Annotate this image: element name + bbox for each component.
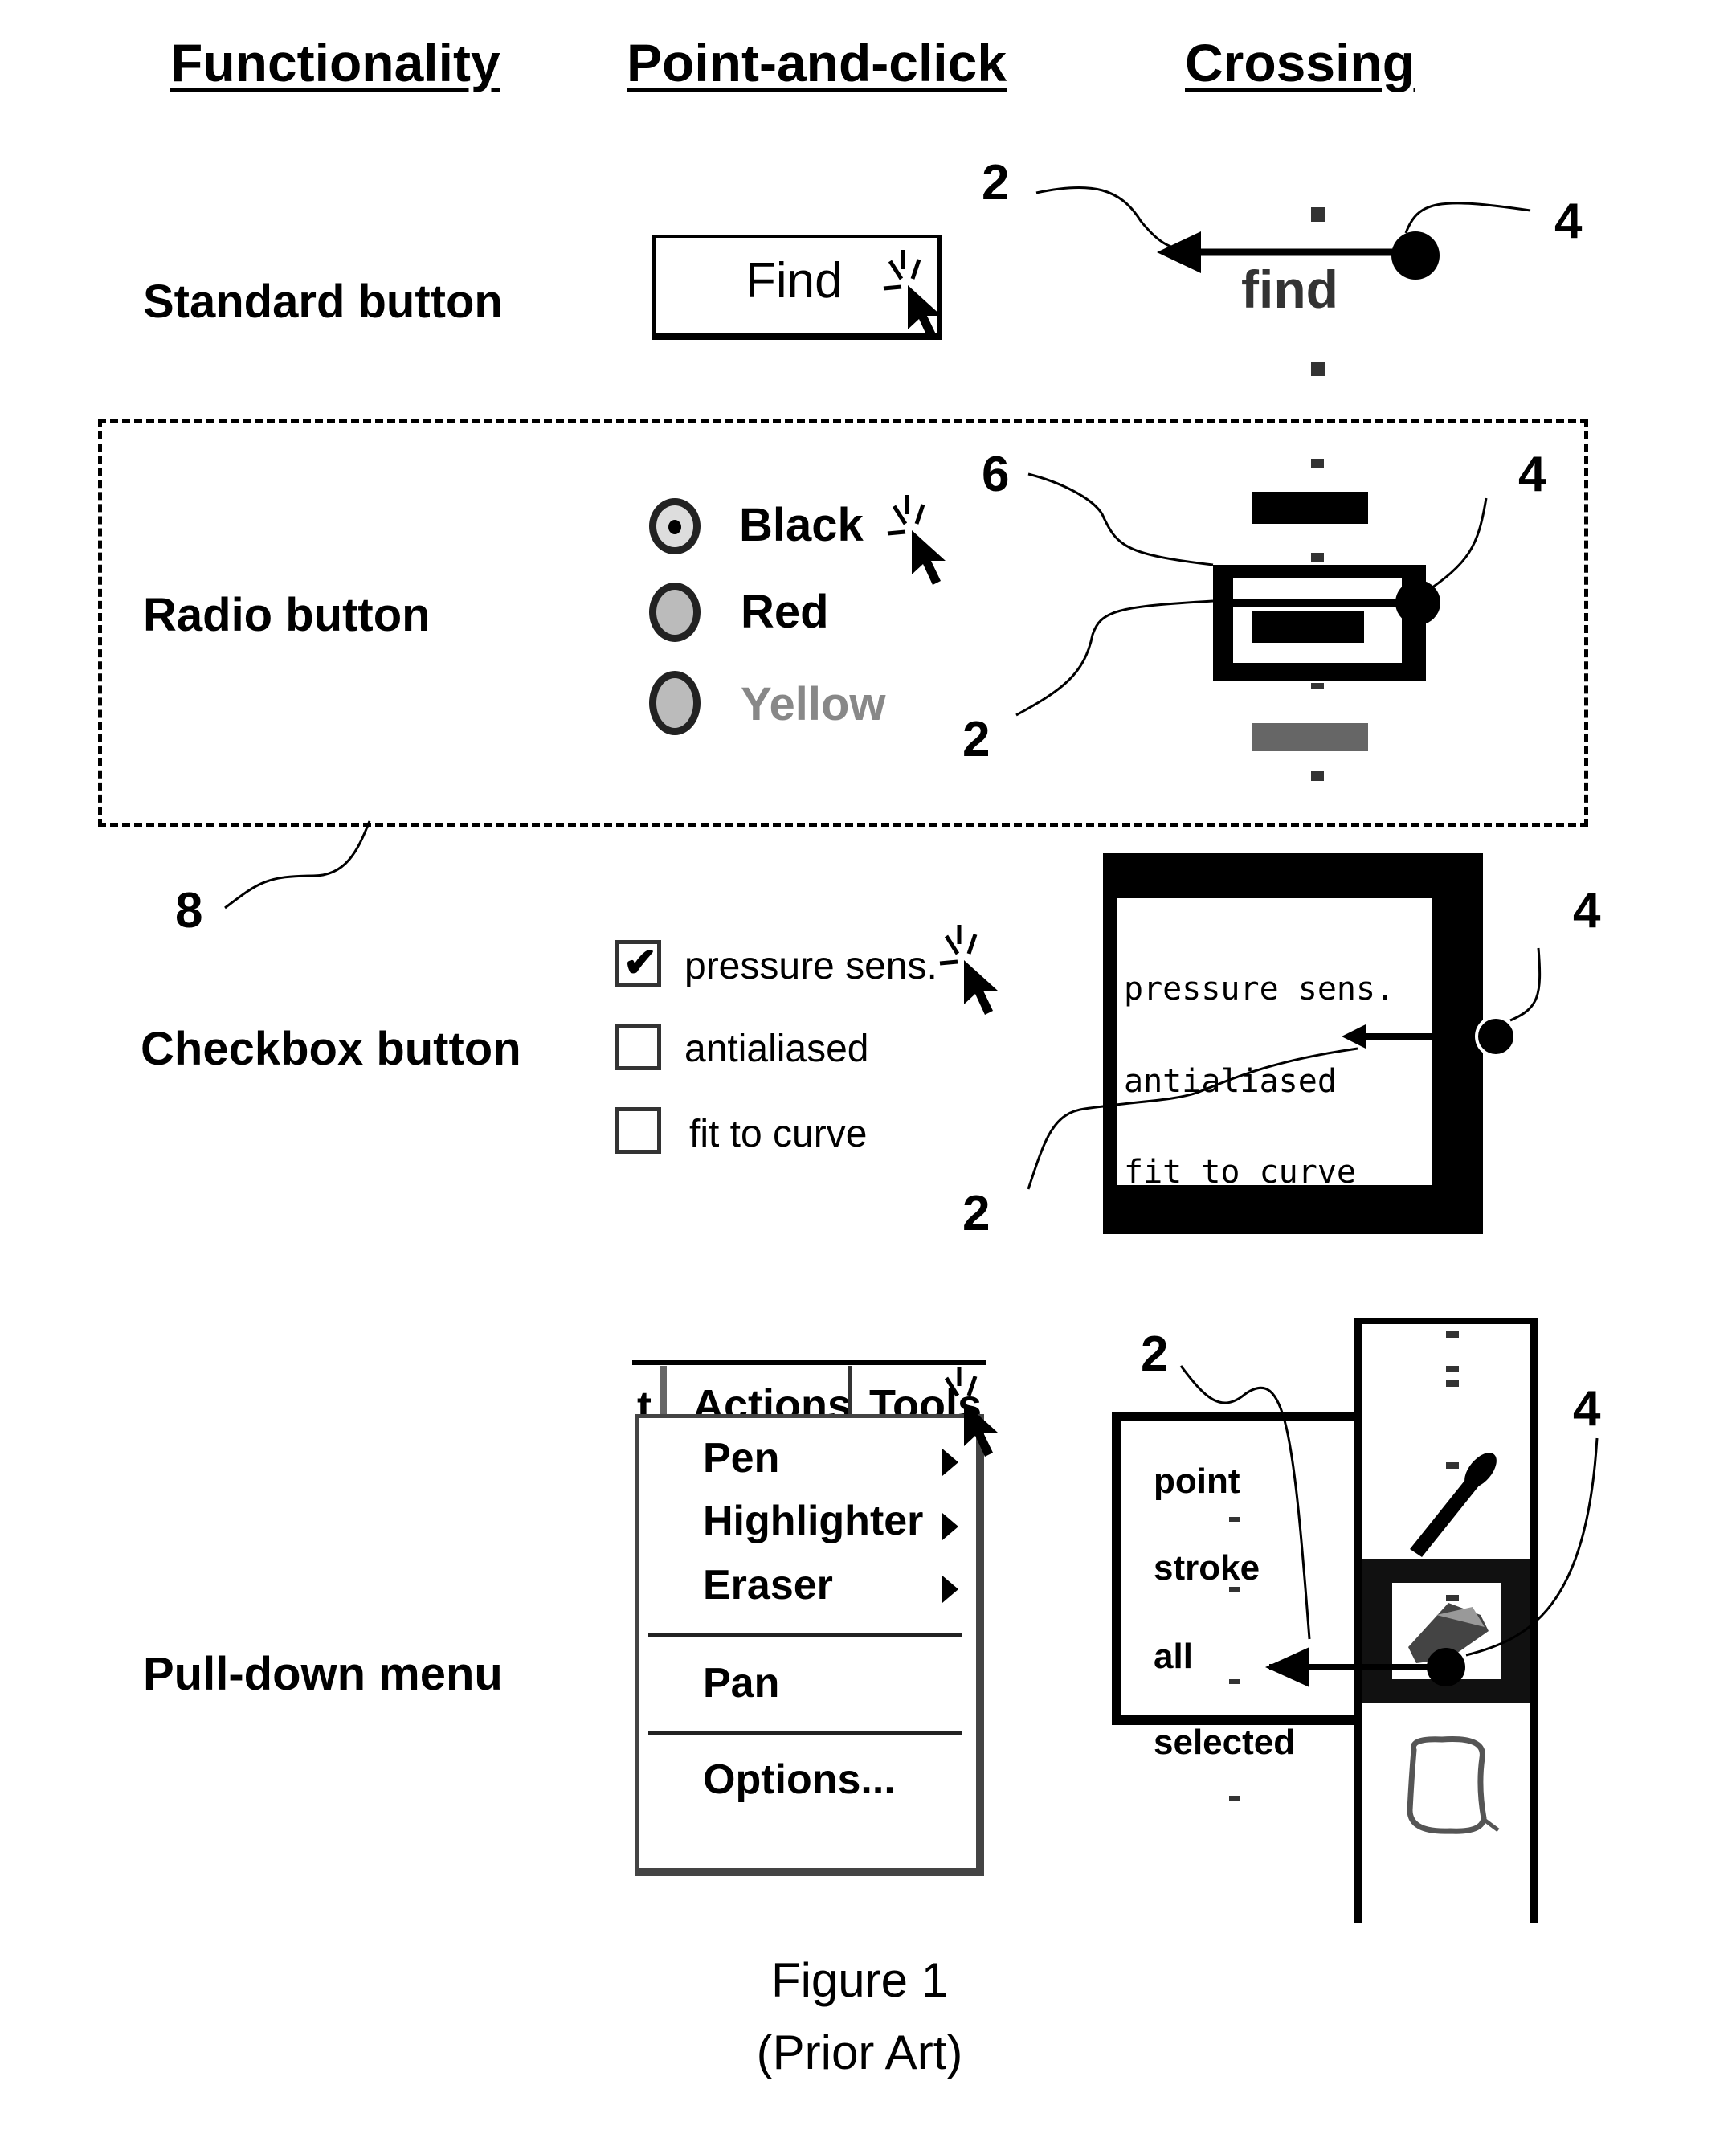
stroke-start-dot	[1427, 1648, 1465, 1686]
ref-4-menu: 4	[1573, 1381, 1601, 1437]
leader-line-4	[1465, 1437, 1599, 1657]
crossing-menu-strokes	[1179, 1331, 1599, 1801]
ref-2-menu: 2	[1141, 1327, 1169, 1382]
figure-caption: Figure 1	[770, 1953, 949, 2007]
figure-caption-subtitle: (Prior Art)	[756, 2026, 963, 2079]
leader-line-2	[1179, 1365, 1311, 1640]
arrow-head	[1265, 1647, 1309, 1687]
